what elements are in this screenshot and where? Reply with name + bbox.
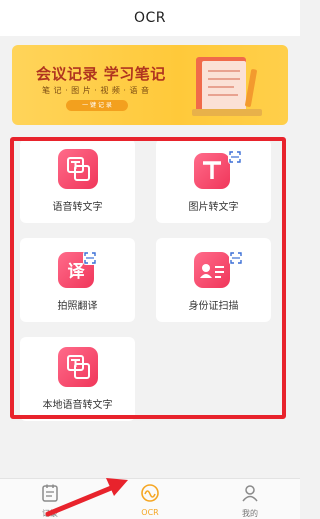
scan-badge-icon xyxy=(83,251,97,265)
tab-label: 我的 xyxy=(242,509,258,518)
tile-local-voice-to-text[interactable]: 本地语音转文字 xyxy=(20,337,135,421)
tile-image-to-text[interactable]: 图片转文字 xyxy=(156,139,271,223)
tile-voice-to-text[interactable]: 语音转文字 xyxy=(20,139,135,223)
translate-glyph: 译 xyxy=(67,262,85,282)
page-title: OCR xyxy=(0,0,300,36)
voice-to-text-icon xyxy=(57,149,98,189)
scan-badge-icon xyxy=(229,251,243,265)
scan-badge-icon xyxy=(228,150,242,164)
tile-id-card-scan[interactable]: 身份证扫描 xyxy=(156,238,271,322)
local-voice-to-text-icon xyxy=(57,347,98,387)
banner-subtitle: 笔 记 · 图 片 · 视 频 · 语 音 xyxy=(42,86,150,95)
annotation-arrow-icon xyxy=(45,478,128,517)
tile-photo-translate[interactable]: 译 拍照翻译 xyxy=(20,238,135,322)
banner-title: 会议记录 学习笔记 xyxy=(36,65,166,83)
id-card-icon xyxy=(193,252,230,288)
notebook-illustration-icon xyxy=(192,57,262,116)
tile-label: 身份证扫描 xyxy=(188,301,239,312)
promo-banner[interactable]: 会议记录 学习笔记 笔 记 · 图 片 · 视 频 · 语 音 一 键 记 录 xyxy=(12,45,288,125)
tab-profile[interactable]: 我的 xyxy=(220,483,280,519)
wave-icon xyxy=(141,484,159,502)
tile-label: 语音转文字 xyxy=(52,202,103,213)
banner-pill: 一 键 记 录 xyxy=(66,100,128,111)
tile-label: 本地语音转文字 xyxy=(42,400,113,411)
tile-label: 拍照翻译 xyxy=(57,301,98,312)
tile-label: 图片转文字 xyxy=(188,202,239,213)
person-icon xyxy=(242,485,258,502)
